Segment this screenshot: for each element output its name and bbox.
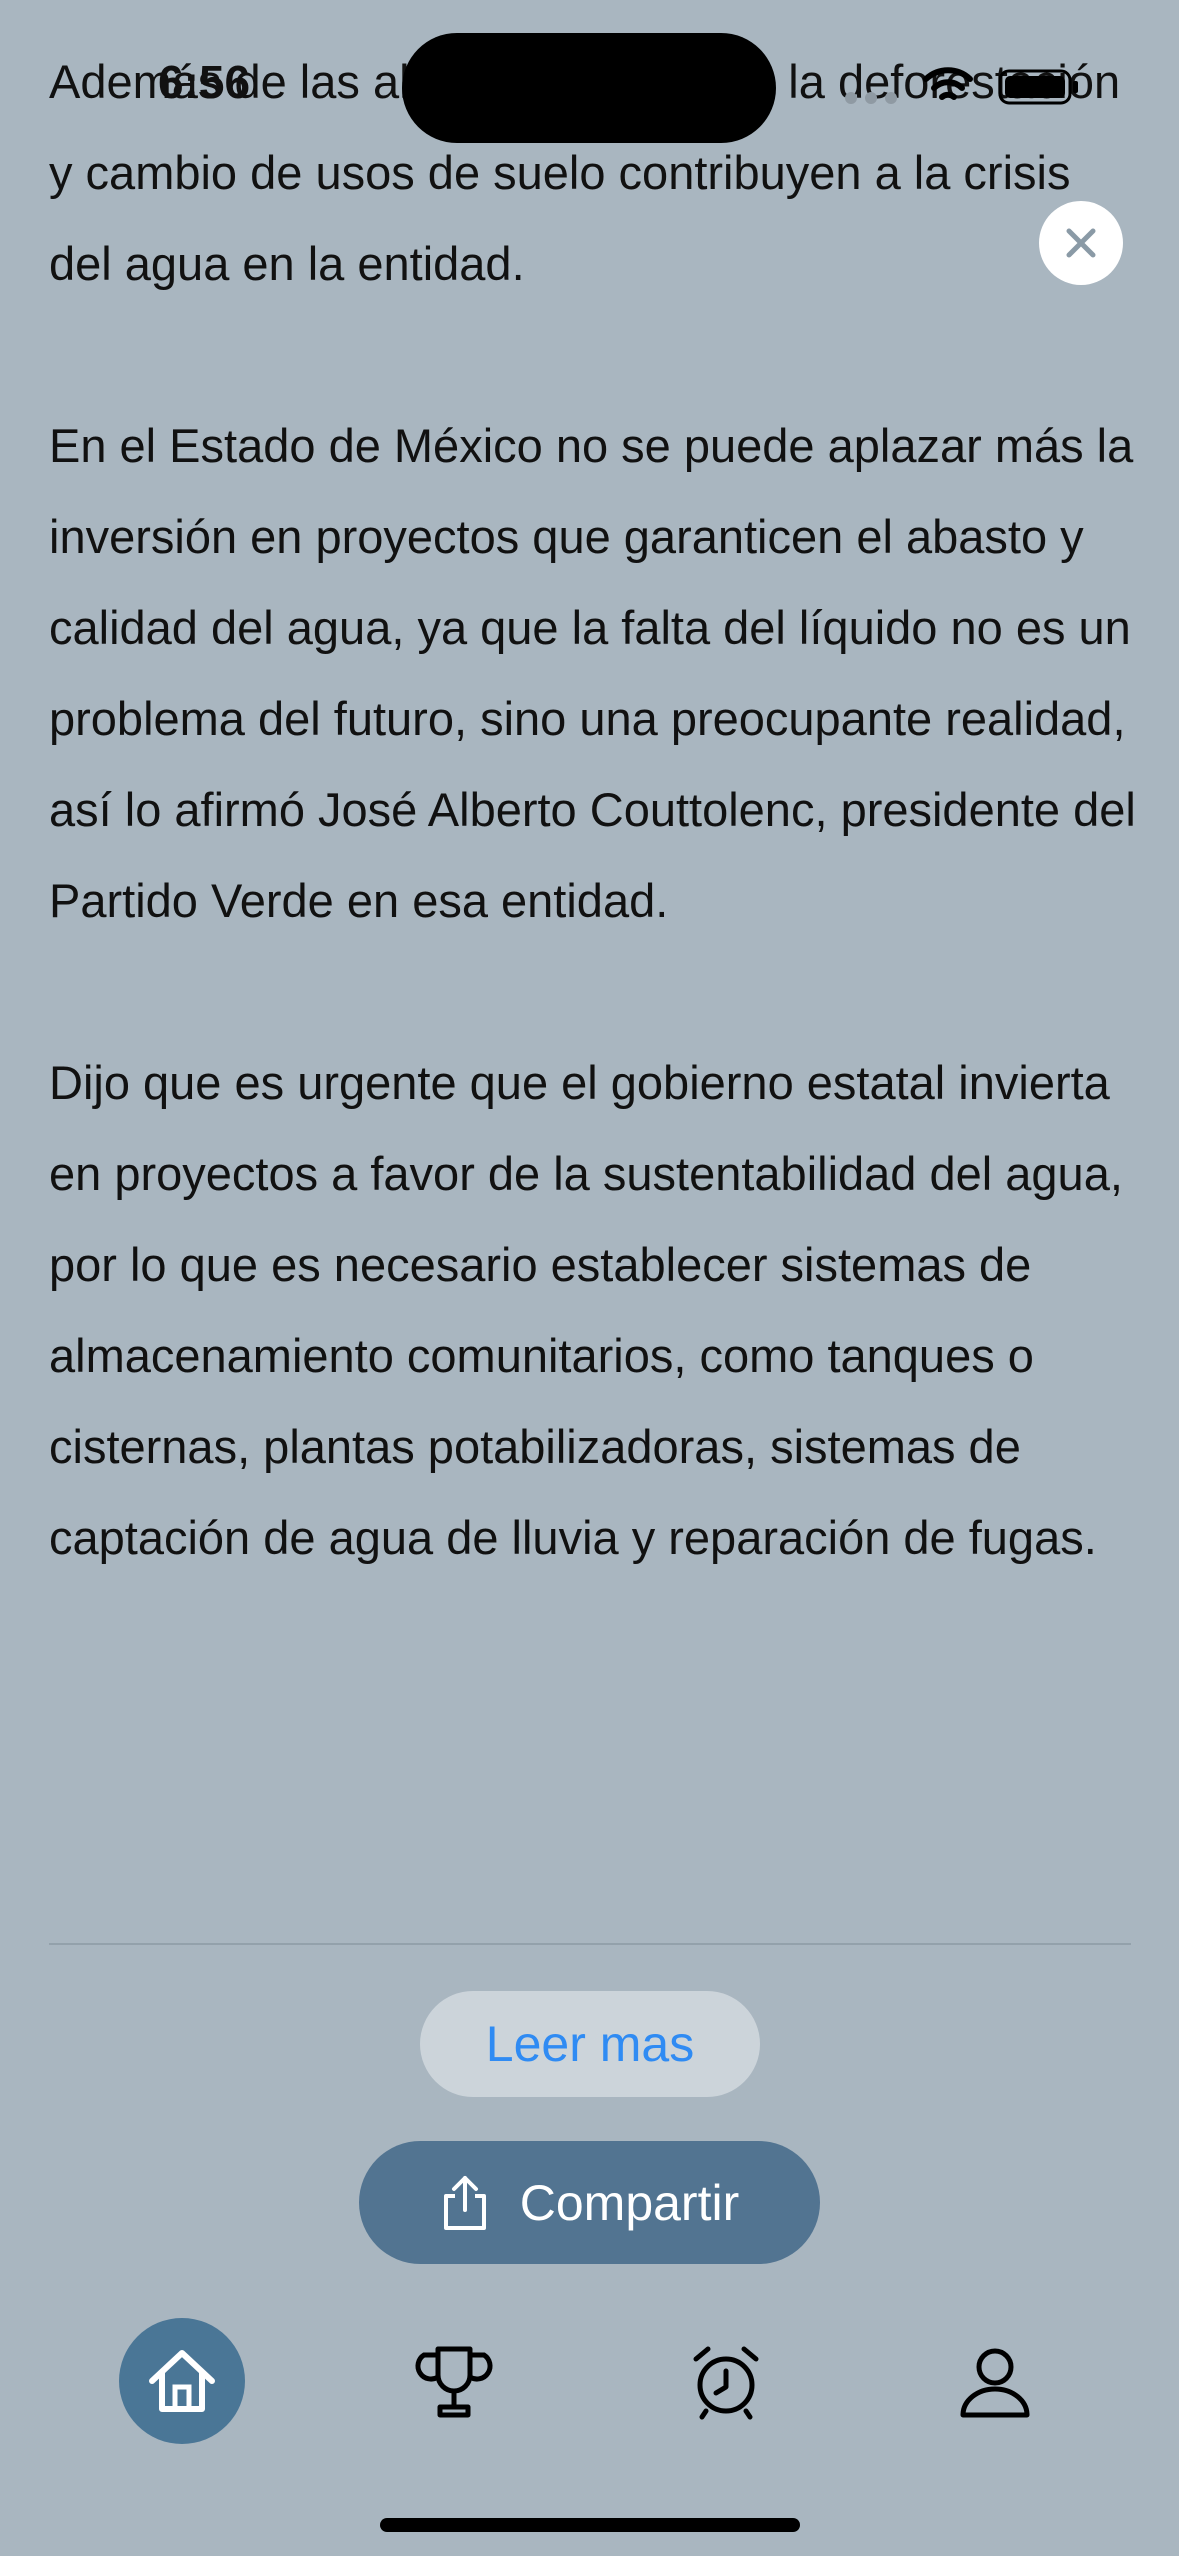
read-more-button[interactable]: Leer mas xyxy=(420,1991,760,2097)
article-body: Además de las altas temperaturas, la def… xyxy=(49,36,1139,1583)
share-button[interactable]: Compartir xyxy=(359,2141,820,2264)
close-button[interactable] xyxy=(1039,201,1123,285)
wifi-icon xyxy=(923,67,973,100)
home-icon xyxy=(149,2350,215,2412)
alarm-icon xyxy=(693,2346,759,2420)
profile-icon xyxy=(960,2348,1030,2418)
signal-icon xyxy=(845,92,901,104)
tab-bar xyxy=(0,2318,1179,2448)
trophy-icon xyxy=(415,2346,493,2418)
battery-icon xyxy=(998,69,1078,105)
tab-alarm[interactable] xyxy=(663,2318,789,2444)
dynamic-island xyxy=(402,33,776,143)
tab-trophy[interactable] xyxy=(391,2318,517,2444)
share-icon xyxy=(443,2175,486,2230)
divider xyxy=(49,1943,1131,1945)
close-icon xyxy=(1066,228,1096,258)
tab-home[interactable] xyxy=(119,2318,245,2444)
home-indicator xyxy=(380,2518,800,2532)
article-paragraph: Dijo que es urgente que el gobierno esta… xyxy=(49,1056,1123,1564)
status-time: 6:56 xyxy=(158,56,251,108)
share-label: Compartir xyxy=(519,2174,740,2231)
tab-profile[interactable] xyxy=(932,2318,1058,2444)
article-paragraph: En el Estado de México no se puede aplaz… xyxy=(49,419,1136,927)
